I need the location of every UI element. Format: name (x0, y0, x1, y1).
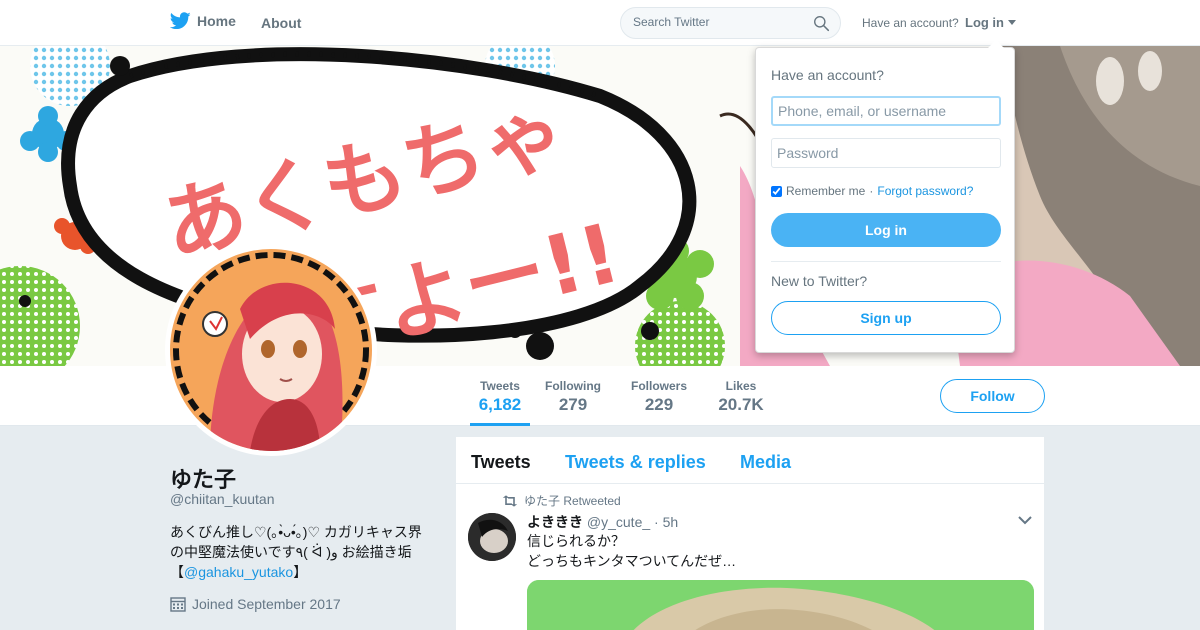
tweet-time[interactable]: · 5h (654, 514, 678, 530)
profile-bio: あくびん推し♡(｡•̀ᴗ•́｡)♡ カガリキャス界 の中堅魔法使いです٩( ᐛ … (170, 522, 440, 582)
stat-followers[interactable]: Followers 229 (628, 366, 690, 426)
top-nav: Home About Have an account? Log in (0, 0, 1200, 46)
profile-display-name: ゆた子 (170, 467, 237, 492)
bio-bracket-close: 】 (293, 564, 308, 580)
forgot-password-link[interactable]: Forgot password? (877, 184, 973, 198)
stat-likes-label: Likes (725, 379, 757, 393)
nav-about[interactable]: About (261, 15, 301, 31)
stat-followers-value: 229 (644, 395, 674, 414)
avatar-image (170, 249, 372, 451)
dropdown-divider (771, 261, 1001, 262)
password-input[interactable] (771, 138, 1001, 168)
stat-tweets[interactable]: Tweets 6,182 (470, 366, 530, 426)
chevron-down-icon[interactable] (1018, 515, 1032, 525)
bio-bracket-open: 【 (170, 564, 184, 580)
bio-line-2: の中堅魔法使いです٩( ᐛ )و お絵描き垢 (170, 544, 412, 560)
search-box (620, 7, 841, 39)
calendar-icon (170, 597, 186, 612)
tweet-media-image[interactable] (527, 580, 1034, 630)
retweet-icon (502, 494, 518, 507)
bio-mention-link[interactable]: @gahaku_yutako (184, 564, 293, 580)
tweet-author-name[interactable]: よききき (527, 514, 583, 530)
login-link-label: Log in (965, 15, 1004, 30)
tweet-author-handle[interactable]: @y_cute_ (587, 514, 650, 530)
stat-followers-label: Followers (630, 379, 687, 393)
nav-home-label: Home (197, 13, 236, 29)
have-account-text: Have an account? (862, 16, 959, 30)
tab-media[interactable]: Media (740, 452, 791, 473)
profile-joined: Joined September 2017 (170, 596, 341, 612)
remember-checkbox[interactable] (771, 185, 782, 197)
retweet-context-text: ゆた子 Retweeted (524, 494, 621, 508)
tweet-text: 信じられるか？ どっちもキンタマついてんだぜ… (527, 531, 736, 571)
tweet-text-line2: どっちもキンタマついてんだぜ… (527, 553, 737, 569)
tweet-text-line1: 信じられるか？ (527, 533, 625, 549)
profile-handle: @chiitan_kuutan (170, 491, 275, 507)
retweet-context: ゆた子 Retweeted (502, 492, 621, 509)
nav-home[interactable]: Home (170, 12, 236, 30)
remember-row: Remember me · Forgot password? (771, 184, 973, 198)
caret-down-icon (1008, 20, 1016, 25)
signup-button[interactable]: Sign up (771, 301, 1001, 335)
tweet-author-avatar[interactable] (468, 513, 516, 561)
login-dropdown-toggle[interactable]: Log in (965, 15, 1016, 30)
remember-label[interactable]: Remember me (786, 184, 865, 198)
dropdown-title: Have an account? (771, 67, 884, 83)
bio-line-1: あくびん推し♡(｡•̀ᴗ•́｡)♡ カガリキャス界 (170, 524, 422, 540)
stat-following-label: Following (545, 379, 601, 393)
tab-tweets-replies[interactable]: Tweets & replies (565, 452, 706, 473)
login-dropdown: Have an account? Remember me · Forgot pa… (755, 40, 1015, 353)
tweet-photo (527, 580, 1034, 630)
search-icon[interactable] (813, 15, 830, 32)
remember-separator: · (869, 184, 874, 198)
username-input[interactable] (771, 96, 1001, 126)
profile-avatar[interactable] (165, 244, 377, 456)
login-button[interactable]: Log in (771, 213, 1001, 247)
tweet-avatar-image (468, 513, 516, 561)
search-input[interactable] (633, 15, 803, 29)
stat-following-value: 279 (558, 395, 588, 414)
tab-tweets[interactable]: Tweets (471, 452, 531, 473)
stat-tweets-value: 6,182 (478, 395, 522, 414)
tweet-header: よききき @y_cute_ · 5h (527, 512, 678, 532)
stat-following[interactable]: Following 279 (543, 366, 603, 426)
joined-date: Joined September 2017 (192, 596, 341, 612)
timeline-tabs: Tweets Tweets & replies Media (456, 437, 1044, 484)
follow-button[interactable]: Follow (940, 379, 1045, 413)
timeline: Tweets Tweets & replies Media ゆた子 Retwee… (456, 437, 1044, 630)
stat-likes[interactable]: Likes 20.7K (712, 366, 770, 426)
new-to-twitter-text: New to Twitter? (771, 273, 868, 289)
stat-tweets-label: Tweets (480, 379, 520, 393)
twitter-bird-icon (170, 12, 191, 30)
stat-likes-value: 20.7K (718, 395, 764, 414)
